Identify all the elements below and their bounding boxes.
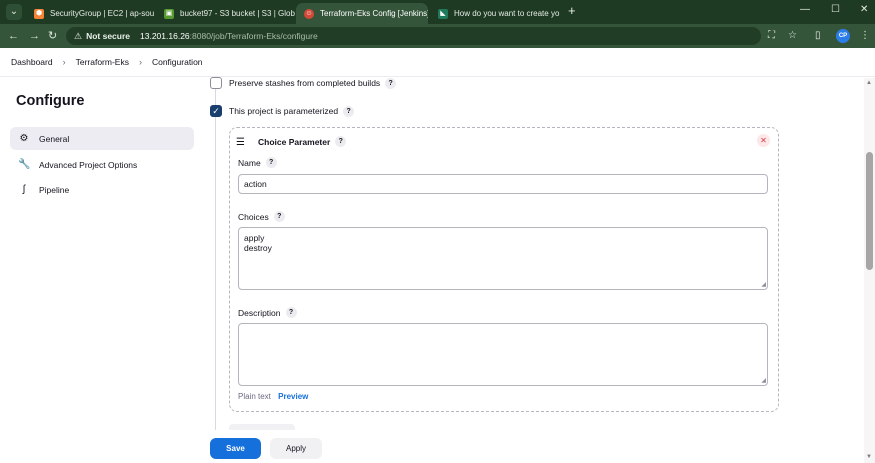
description-textarea[interactable]: ◢ [238,323,768,386]
name-label: Name [238,157,261,168]
help-icon[interactable]: ? [385,77,397,89]
preserve-stashes-row: Preserve stashes from completed builds ? [210,77,397,89]
choice-parameter-title: Choice Parameter ? [258,136,347,147]
browser-tab-bucket[interactable]: ▣ bucket97 - S3 bucket | S3 | Glob ✕ [156,3,296,24]
resize-handle-icon[interactable]: ◢ [761,282,766,288]
scrollbar-thumb[interactable] [866,152,873,270]
choice-parameter-label: Choice Parameter [258,136,331,147]
parameterized-row: ✓ This project is parameterized ? [210,105,355,117]
tab-title: Terraform-Eks Config [Jenkins] [320,9,428,18]
browser-menu-icon[interactable]: ⋮ [860,30,870,42]
sidebar-item-label: Pipeline [39,184,70,195]
tab-title: bucket97 - S3 bucket | S3 | Glob [180,9,295,18]
scroll-up-icon[interactable]: ▲ [866,80,872,86]
preview-link[interactable]: Preview [278,392,308,401]
save-button[interactable]: Save [210,438,261,459]
aws-icon: ⬢ [34,8,44,19]
bookmark-star-icon[interactable]: ☆ [788,30,797,42]
choices-label: Choices [238,211,269,222]
url-path: :8080/job/Terraform-Eks/configure [189,31,318,41]
maximize-icon[interactable]: ☐ [831,4,840,15]
browser-tab-strip: ⌄ ⬢ SecurityGroup | EC2 | ap-south ✕ ▣ b… [0,0,875,24]
side-panel-icon[interactable]: ▯ [815,30,821,42]
browser-tab-eks[interactable]: ◣ How do you want to create yo ✕ [430,3,562,24]
apply-button[interactable]: Apply [270,438,322,459]
name-field-label: Name ? [238,157,277,168]
preview-row: Plain text Preview [238,392,308,401]
chevron-right-icon: › [138,57,142,67]
scrollbar[interactable] [864,78,875,463]
pipeline-icon: ʃ [22,184,26,195]
parameterized-checkbox[interactable]: ✓ [210,105,222,117]
tab-title: SecurityGroup | EC2 | ap-south [50,9,154,18]
plain-text-label: Plain text [238,392,271,401]
profile-avatar[interactable]: CP [836,29,850,43]
browser-tab-securitygroup[interactable]: ⬢ SecurityGroup | EC2 | ap-south ✕ [26,3,154,24]
help-icon[interactable]: ? [285,307,297,318]
close-tab-icon[interactable]: ✕ [559,8,562,19]
preserve-stashes-checkbox[interactable] [210,77,222,89]
preserve-stashes-label[interactable]: Preserve stashes from completed builds [229,78,380,88]
forward-icon[interactable]: → [29,29,40,43]
sidebar-item-pipeline[interactable]: ʃ Pipeline [10,178,194,201]
section-divider [215,78,216,430]
security-label[interactable]: Not secure [86,31,130,41]
drag-handle-icon[interactable]: ☰ [236,137,245,148]
description-label: Description [238,307,281,318]
jenkins-icon: ☺ [304,8,314,19]
breadcrumb-configuration[interactable]: Configuration [152,57,203,67]
tab-title: How do you want to create yo [454,9,560,18]
chevron-right-icon: › [62,57,66,67]
sidebar-item-general[interactable]: ⚙ General [10,127,194,150]
sidebar-item-label: General [39,133,70,144]
help-icon[interactable]: ? [335,136,347,147]
translate-icon[interactable]: ⛶ [768,30,775,42]
page-title: Configure [16,93,85,109]
choices-field-label: Choices ? [238,211,285,222]
sidebar-item-advanced[interactable]: 🔧 Advanced Project Options [10,153,194,176]
eks-icon: ◣ [438,8,448,19]
description-field-label: Description ? [238,307,297,318]
choice-option: destroy [244,243,272,253]
browser-toolbar: ← → ↻ ⚠ Not secure 13.201.16.26:8080/job… [0,24,875,48]
parameterized-label[interactable]: This project is parameterized [229,106,338,116]
breadcrumb-dashboard[interactable]: Dashboard [11,57,53,67]
help-icon[interactable]: ? [273,211,285,222]
delete-parameter-button[interactable]: ✕ [757,134,770,147]
new-tab-button[interactable]: + [568,4,576,18]
address-bar[interactable]: ⚠ Not secure 13.201.16.26:8080/job/Terra… [66,27,761,45]
warning-icon[interactable]: ⚠ [74,31,82,42]
resize-handle-icon[interactable]: ◢ [761,378,766,384]
sidebar-item-label: Advanced Project Options [39,159,138,170]
reload-icon[interactable]: ↻ [48,29,57,43]
wrench-icon: 🔧 [18,159,31,170]
help-icon[interactable]: ? [343,105,355,117]
url-host: 13.201.16.26 [140,31,190,41]
scroll-down-icon[interactable]: ▼ [866,454,872,460]
breadcrumb: Dashboard › Terraform-Eks › Configuratio… [0,48,875,77]
name-input[interactable]: action [238,174,768,194]
minimize-icon[interactable]: — [800,4,810,15]
breadcrumb-job[interactable]: Terraform-Eks [76,57,129,67]
back-icon[interactable]: ← [8,29,19,43]
help-icon[interactable]: ? [265,157,277,168]
browser-tab-jenkins[interactable]: ☺ Terraform-Eks Config [Jenkins] ✕ [296,3,428,24]
tab-search-icon[interactable]: ⌄ [6,4,22,20]
close-window-icon[interactable]: ✕ [860,4,868,15]
choice-option: apply [244,233,265,243]
gear-icon: ⚙ [19,133,29,144]
s3-icon: ▣ [164,8,174,19]
choices-textarea[interactable]: apply destroy ◢ [238,227,768,290]
